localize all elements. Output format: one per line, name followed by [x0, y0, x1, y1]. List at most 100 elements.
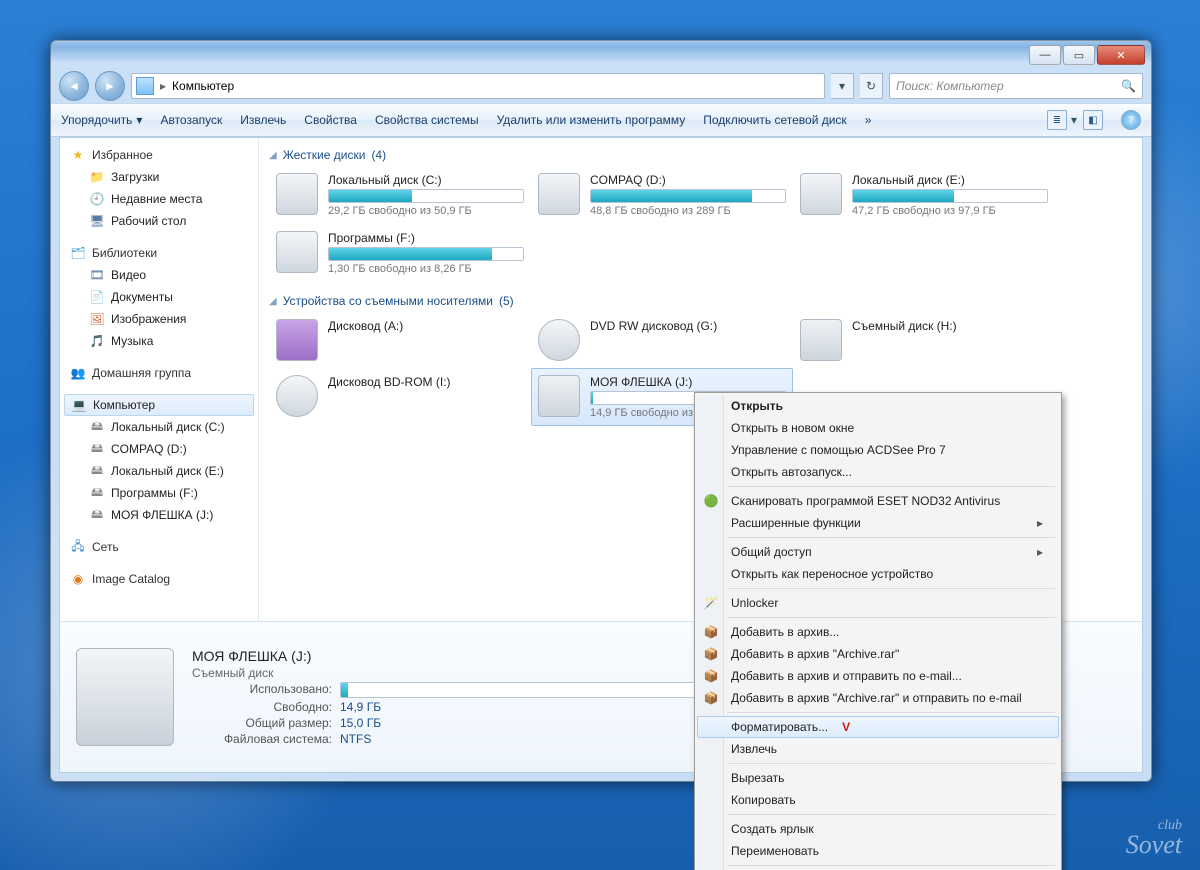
- uninstall-button[interactable]: Удалить или изменить программу: [497, 113, 686, 127]
- hdd-icon: 🖴: [89, 419, 105, 435]
- ctx-rar-email[interactable]: 📦Добавить в архив и отправить по e-mail.…: [697, 665, 1059, 687]
- ctx-unlocker[interactable]: 🪄Unlocker: [697, 592, 1059, 614]
- eject-button[interactable]: Извлечь: [240, 113, 286, 127]
- network-icon: 🖧: [70, 539, 86, 555]
- winrar-icon: 📦: [703, 646, 719, 662]
- winrar-icon: 📦: [703, 690, 719, 706]
- minimize-button[interactable]: —: [1029, 45, 1061, 65]
- ctx-eject[interactable]: Извлечь: [697, 738, 1059, 760]
- nav-pictures[interactable]: 🖼Изображения: [64, 308, 254, 330]
- ctx-acdsee[interactable]: Управление с помощью ACDSee Pro 7: [697, 439, 1059, 461]
- drive-h[interactable]: Съемный диск (H:): [793, 312, 1055, 368]
- dvd-icon: [538, 319, 580, 361]
- preview-pane-icon[interactable]: ◧: [1083, 110, 1103, 130]
- ctx-share[interactable]: Общий доступ▸: [697, 541, 1059, 563]
- collapse-icon: ◢: [269, 150, 277, 161]
- ctx-open-new-window[interactable]: Открыть в новом окне: [697, 417, 1059, 439]
- nav-drive-e[interactable]: 🖴Локальный диск (E:): [64, 460, 254, 482]
- map-drive-button[interactable]: Подключить сетевой диск: [703, 113, 846, 127]
- drive-d[interactable]: COMPAQ (D:)48,8 ГБ свободно из 289 ГБ: [531, 166, 793, 224]
- drive-a[interactable]: Дисковод (A:): [269, 312, 531, 368]
- space-bar: [328, 189, 524, 203]
- ctx-rename[interactable]: Переименовать: [697, 840, 1059, 862]
- nav-documents[interactable]: 📄Документы: [64, 286, 254, 308]
- ctx-rar-add[interactable]: 📦Добавить в архив...: [697, 621, 1059, 643]
- address-bar[interactable]: ▸ Компьютер: [131, 73, 825, 99]
- forward-button[interactable]: ►: [95, 71, 125, 101]
- ctx-format[interactable]: Форматировать...V: [697, 716, 1059, 738]
- properties-button[interactable]: Свойства: [304, 113, 357, 127]
- hdd-icon: [800, 173, 842, 215]
- watermark: club Sovet: [1126, 820, 1182, 856]
- music-icon: 🎵: [89, 333, 105, 349]
- ctx-rar-add-named[interactable]: 📦Добавить в архив "Archive.rar": [697, 643, 1059, 665]
- ctx-eset-scan[interactable]: 🟢Сканировать программой ESET NOD32 Antiv…: [697, 490, 1059, 512]
- drive-g[interactable]: DVD RW дисковод (G:): [531, 312, 793, 368]
- computer-header[interactable]: 💻Компьютер: [64, 394, 254, 416]
- close-button[interactable]: ✕: [1097, 45, 1145, 65]
- ctx-open[interactable]: Открыть: [697, 395, 1059, 417]
- collapse-icon: ◢: [269, 296, 277, 307]
- help-icon[interactable]: ?: [1121, 110, 1141, 130]
- titlebar[interactable]: — ▭ ✕: [51, 41, 1151, 69]
- nav-drive-c[interactable]: 🖴Локальный диск (C:): [64, 416, 254, 438]
- homegroup-icon: 👥: [70, 365, 86, 381]
- search-box[interactable]: Поиск: Компьютер 🔍: [889, 73, 1143, 99]
- nav-drive-j[interactable]: 🖴МОЯ ФЛЕШКА (J:): [64, 504, 254, 526]
- nav-desktop[interactable]: 🖥Рабочий стол: [64, 210, 254, 232]
- address-text: Компьютер: [172, 79, 234, 93]
- ctx-create-shortcut[interactable]: Создать ярлык: [697, 818, 1059, 840]
- floppy-icon: [276, 319, 318, 361]
- nav-drive-d[interactable]: 🖴COMPAQ (D:): [64, 438, 254, 460]
- ctx-cut[interactable]: Вырезать: [697, 767, 1059, 789]
- recent-icon: 🕘: [89, 191, 105, 207]
- ctx-copy[interactable]: Копировать: [697, 789, 1059, 811]
- nav-videos[interactable]: 🎞Видео: [64, 264, 254, 286]
- refresh-button[interactable]: ↻: [860, 73, 883, 99]
- section-hdd[interactable]: ◢Жесткие диски (4): [269, 144, 1132, 166]
- ctx-advanced[interactable]: Расширенные функции▸: [697, 512, 1059, 534]
- ctx-autorun[interactable]: Открыть автозапуск...: [697, 461, 1059, 483]
- back-button[interactable]: ◄: [59, 71, 89, 101]
- system-properties-button[interactable]: Свойства системы: [375, 113, 479, 127]
- autoplay-button[interactable]: Автозапуск: [160, 113, 222, 127]
- homegroup-header[interactable]: 👥Домашняя группа: [64, 362, 254, 384]
- hdd-icon: 🖴: [89, 507, 105, 523]
- submenu-arrow-icon: ▸: [1037, 516, 1043, 530]
- network-header[interactable]: 🖧Сеть: [64, 536, 254, 558]
- folder-icon: 📁: [89, 169, 105, 185]
- drive-f[interactable]: Программы (F:)1,30 ГБ свободно из 8,26 Г…: [269, 224, 531, 282]
- view-options-icon[interactable]: ≣: [1047, 110, 1067, 130]
- nav-row: ◄ ► ▸ Компьютер ▾ ↻ Поиск: Компьютер 🔍: [51, 69, 1151, 103]
- drive-i[interactable]: Дисковод BD-ROM (I:): [269, 368, 531, 426]
- nav-downloads[interactable]: 📁Загрузки: [64, 166, 254, 188]
- details-title: МОЯ ФЛЕШКА (J:): [192, 648, 702, 664]
- nav-recent[interactable]: 🕘Недавние места: [64, 188, 254, 210]
- libraries-header[interactable]: 🗂Библиотеки: [64, 242, 254, 264]
- address-dropdown[interactable]: ▾: [831, 73, 854, 99]
- organize-menu[interactable]: Упорядочить ▾: [61, 113, 142, 127]
- submenu-arrow-icon: ▸: [1037, 545, 1043, 559]
- pictures-icon: 🖼: [89, 311, 105, 327]
- favorites-header[interactable]: ★Избранное: [64, 144, 254, 166]
- winrar-icon: 📦: [703, 668, 719, 684]
- computer-icon: [136, 77, 154, 95]
- image-catalog[interactable]: ◉Image Catalog: [64, 568, 254, 590]
- drive-c[interactable]: Локальный диск (C:)29,2 ГБ свободно из 5…: [269, 166, 531, 224]
- ctx-portable[interactable]: Открыть как переносное устройство: [697, 563, 1059, 585]
- hdd-icon: [276, 173, 318, 215]
- document-icon: 📄: [89, 289, 105, 305]
- nav-drive-f[interactable]: 🖴Программы (F:): [64, 482, 254, 504]
- nav-music[interactable]: 🎵Музыка: [64, 330, 254, 352]
- hdd-icon: 🖴: [89, 485, 105, 501]
- view-dropdown[interactable]: ▾: [1071, 113, 1077, 127]
- ctx-rar-named-email[interactable]: 📦Добавить в архив "Archive.rar" и отправ…: [697, 687, 1059, 709]
- section-removable[interactable]: ◢Устройства со съемными носителями (5): [269, 290, 1132, 312]
- toolbar-overflow[interactable]: »: [865, 113, 872, 127]
- used-bar: [340, 682, 702, 698]
- search-placeholder: Поиск: Компьютер: [896, 79, 1004, 93]
- details-subtitle: Съемный диск: [192, 666, 702, 680]
- drive-e[interactable]: Локальный диск (E:)47,2 ГБ свободно из 9…: [793, 166, 1055, 224]
- maximize-button[interactable]: ▭: [1063, 45, 1095, 65]
- removable-icon: [800, 319, 842, 361]
